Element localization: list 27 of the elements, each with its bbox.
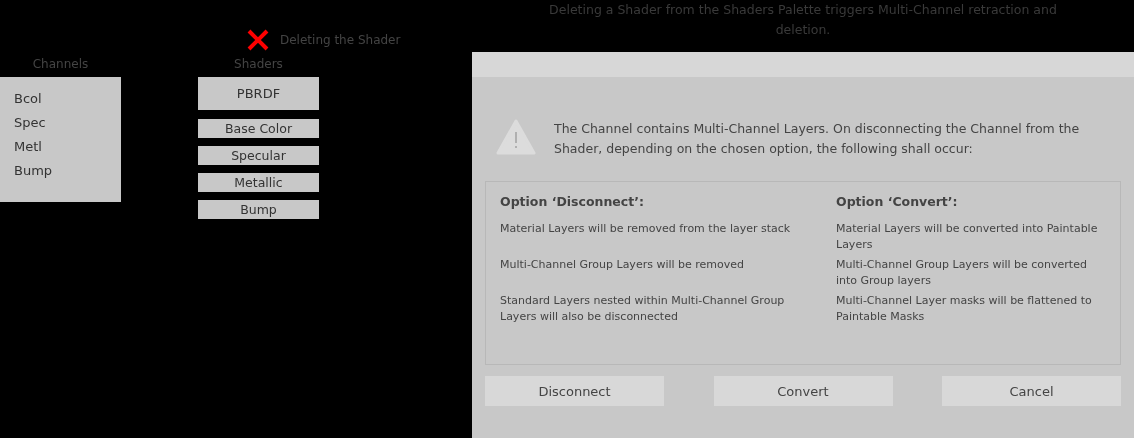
option-description: Material Layers will be removed from the layer stack	[500, 221, 792, 237]
annotation-label: Deleting the Shader	[280, 33, 401, 47]
channel-item[interactable]: Metl	[14, 137, 42, 156]
channel-item[interactable]: Bump	[14, 161, 53, 180]
dialog-message: The Channel contains Multi-Channel Layers. On disconnecting the Channel from the Shader, depending on the chosen option, the following shall occur:	[554, 120, 1081, 158]
shader-channel[interactable]: Metallic	[198, 173, 319, 192]
option-description: Standard Layers nested within Multi-Channel Group Layers will also be disconnected	[500, 293, 786, 325]
caption: Deleting a Shader from the Shaders Palette triggers Multi-Channel retraction and deletion.	[548, 1, 1058, 39]
shader-channel[interactable]: Specular	[198, 146, 319, 165]
shader-channel[interactable]: Base Color	[198, 119, 319, 138]
dialog-button[interactable]: Disconnect	[485, 376, 664, 406]
option-description: Multi-Channel Group Layers will be converted into Group layers	[836, 257, 1088, 289]
option-description: Multi-Channel Group Layers will be removed	[500, 257, 746, 273]
warning-icon	[496, 119, 536, 155]
channel-item[interactable]: Spec	[14, 113, 46, 132]
option-title: Option ‘Convert’:	[836, 194, 958, 209]
channels-title: Channels	[32, 57, 89, 73]
shaders-title: Shaders	[234, 57, 283, 73]
channel-item[interactable]: Bcol	[14, 89, 42, 108]
option-description: Material Layers will be converted into Paintable Layers	[836, 221, 1099, 253]
option-description: Multi-Channel Layer masks will be flattened to Paintable Masks	[836, 293, 1093, 325]
close-icon	[246, 28, 270, 52]
shader-channel[interactable]: Bump	[198, 200, 319, 219]
dialog-button[interactable]: Cancel	[942, 376, 1121, 406]
dialog-button[interactable]: Convert	[713, 376, 893, 406]
shader-header[interactable]: PBRDF	[198, 77, 319, 110]
option-title: Option ‘Disconnect’:	[500, 194, 644, 209]
